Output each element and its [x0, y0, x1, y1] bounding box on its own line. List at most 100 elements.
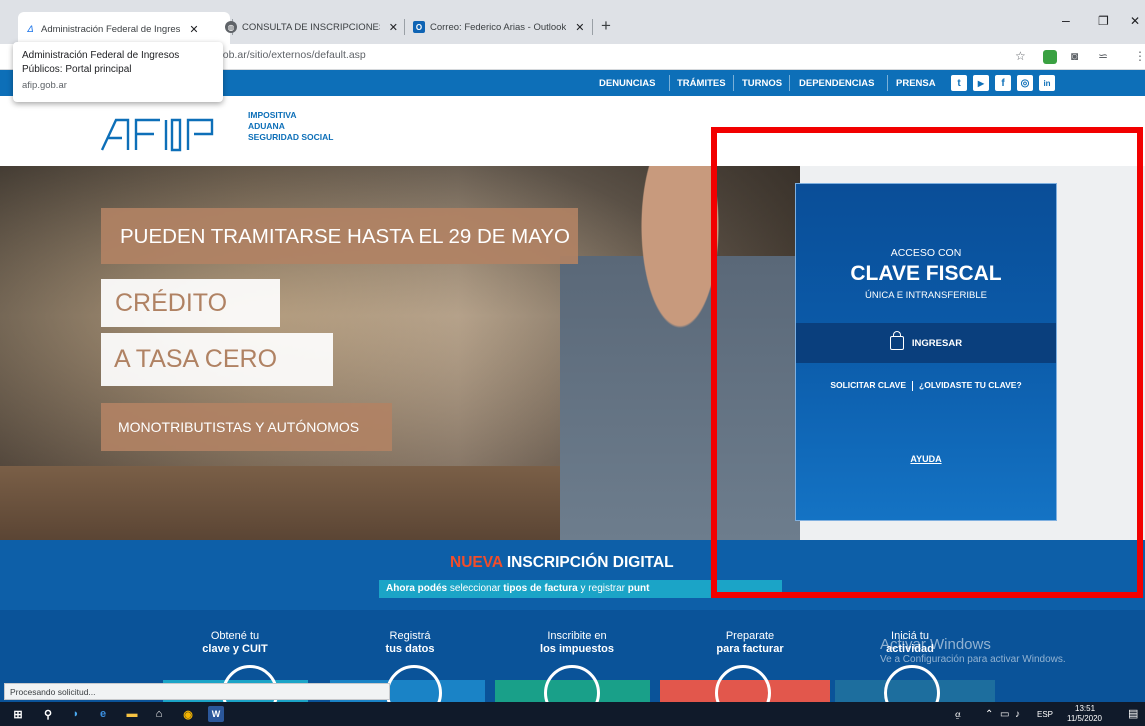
menu-dots-icon[interactable]: ⋮: [1134, 49, 1145, 63]
tab-consulta[interactable]: ◍ CONSULTA DE INSCRIPCIONES C ✕: [219, 14, 404, 40]
file-explorer-icon[interactable]: ▬: [124, 706, 140, 722]
sub-pre: Ahora podés: [386, 583, 448, 594]
nueva-inscripcion-title: NUEVA INSCRIPCIÓN DIGITAL: [450, 554, 674, 572]
tooltip-title: Administración Federal de Ingresos Públi…: [22, 50, 180, 75]
address-bar-url[interactable]: .gob.ar/sitio/externos/default.asp: [214, 49, 366, 61]
nueva-title-text: INSCRIPCIÓN DIGITAL: [506, 554, 674, 571]
people-icon[interactable]: ⍶: [955, 709, 961, 720]
task-view-icon[interactable]: ◗: [68, 706, 84, 722]
tab-afip[interactable]: ᐃ Administración Federal de Ingres ✕: [18, 12, 230, 44]
ayuda-link[interactable]: AYUDA: [796, 454, 1056, 464]
clock-time[interactable]: 13:51: [1075, 704, 1095, 713]
sub-bold: tipos de factura: [503, 583, 578, 594]
window-close-button[interactable]: ✕: [1130, 14, 1140, 28]
tab-divider: [592, 19, 593, 35]
hero-person-image: [560, 166, 800, 540]
nav-tramites[interactable]: TRÁMITES: [677, 78, 726, 89]
extension-puzzle-icon[interactable]: ⋍: [1098, 49, 1108, 63]
link-divider: [912, 380, 914, 391]
maximize-button[interactable]: ❐: [1098, 14, 1109, 28]
sub-end: punt: [627, 583, 650, 594]
close-icon[interactable]: ✕: [189, 23, 198, 36]
nav-turnos[interactable]: TURNOS: [742, 78, 782, 89]
clave-fiscal-card: ACCESO CON CLAVE FISCAL ÚNICA E INTRANSF…: [795, 183, 1057, 521]
browser-status-bubble: Procesando solicitud...: [4, 683, 390, 700]
afip-icon: ᐃ: [26, 23, 34, 34]
close-icon[interactable]: ✕: [389, 21, 398, 34]
network-icon[interactable]: ▭: [1000, 709, 1009, 720]
outlook-icon: O: [413, 21, 425, 33]
edge-icon[interactable]: e: [95, 706, 111, 722]
facebook-icon[interactable]: f: [995, 75, 1011, 91]
chrome-icon[interactable]: ◉: [180, 706, 196, 722]
nueva-inscripcion-banner[interactable]: NUEVA INSCRIPCIÓN DIGITAL Ahora podés se…: [0, 540, 1145, 610]
notifications-icon[interactable]: ▤: [1128, 707, 1138, 720]
brand-aduana: ADUANA: [248, 121, 285, 131]
step-line2: clave y CUIT: [202, 643, 268, 655]
clave-links: SOLICITAR CLAVE ¿OLVIDASTE TU CLAVE?: [796, 380, 1056, 391]
youtube-icon[interactable]: ▶: [973, 75, 989, 91]
hero-banner-deadline: PUEDEN TRAMITARSE HASTA EL 29 DE MAYO: [101, 208, 578, 264]
sub-post: y registrar: [580, 583, 625, 594]
twitter-icon[interactable]: t: [951, 75, 967, 91]
tooltip-url: afip.gob.ar: [22, 80, 67, 91]
nav-divider: [789, 75, 790, 91]
ingresar-button[interactable]: INGRESAR: [796, 323, 1056, 363]
tab-title: CONSULTA DE INSCRIPCIONES C: [242, 21, 380, 33]
clock-date[interactable]: 11/5/2020: [1067, 714, 1102, 723]
olvidaste-clave-link[interactable]: ¿OLVIDASTE TU CLAVE?: [919, 380, 1022, 390]
sub-mid: seleccionar: [449, 583, 501, 594]
hero-banner-monotributistas: MONOTRIBUTISTAS Y AUTÓNOMOS: [101, 403, 392, 451]
clave-unica-text: ÚNICA E INTRANSFERIBLE: [865, 290, 987, 301]
instagram-icon[interactable]: ◎: [1017, 75, 1033, 91]
lock-icon: [889, 331, 904, 350]
step-line1: Inscribite en: [547, 630, 607, 642]
windows-taskbar: ⊞ ⚲ ◗ e ▬ ⌂ ◉ W ⍶ ⌃ ▭ ♪ ESP 13:51 11/5/2…: [0, 702, 1145, 726]
tab-tooltip: Administración Federal de Ingresos Públi…: [13, 42, 223, 102]
extension-icon[interactable]: [1043, 50, 1057, 64]
nav-denuncias[interactable]: DENUNCIAS: [599, 78, 655, 89]
camera-icon[interactable]: ◙: [1071, 49, 1078, 63]
new-tab-button[interactable]: +: [601, 17, 611, 34]
nav-prensa[interactable]: PRENSA: [896, 78, 936, 89]
windows-start-icon[interactable]: ⊞: [10, 706, 26, 722]
volume-icon[interactable]: ♪: [1015, 709, 1020, 720]
step-inscribite[interactable]: Inscribite en los impuestos: [507, 630, 647, 656]
tray-chevron-icon[interactable]: ⌃: [985, 709, 993, 720]
afip-logo[interactable]: [100, 118, 218, 157]
ingresar-label: INGRESAR: [911, 337, 963, 349]
hero-banner-tasa-cero: A TASA CERO: [101, 333, 333, 386]
nueva-highlight: NUEVA: [450, 554, 503, 571]
tab-outlook[interactable]: O Correo: Federico Arias - Outlook ✕: [407, 14, 593, 40]
clave-acceso-text: ACCESO CON: [890, 247, 962, 259]
clave-fiscal-title: CLAVE FISCAL: [850, 262, 1002, 285]
close-icon[interactable]: ✕: [575, 21, 584, 34]
step-line1: Obtené tu: [210, 630, 260, 642]
nav-divider: [669, 75, 670, 91]
brand-impositiva: IMPOSITIVA: [248, 110, 297, 120]
step-line2: tus datos: [385, 643, 435, 655]
search-icon[interactable]: ⚲: [40, 706, 56, 722]
nav-dependencias[interactable]: DEPENDENCIAS: [799, 78, 875, 89]
solicitar-clave-link[interactable]: SOLICITAR CLAVE: [830, 380, 906, 390]
nav-divider: [887, 75, 888, 91]
store-icon[interactable]: ⌂: [151, 706, 167, 722]
brand-seguridad-social: SEGURIDAD SOCIAL: [248, 132, 334, 142]
word-icon[interactable]: W: [208, 706, 224, 722]
step-line1: Registrá: [389, 630, 431, 642]
tab-divider: [404, 19, 405, 35]
linkedin-icon[interactable]: in: [1039, 75, 1055, 91]
step-registra[interactable]: Registrá tus datos: [340, 630, 480, 656]
step-clave-cuit[interactable]: Obtené tu clave y CUIT: [165, 630, 305, 656]
windows-activation-watermark: Activar Windows: [880, 636, 991, 653]
windows-activation-subtext: Ve a Configuración para activar Windows.: [880, 654, 1066, 665]
nav-divider: [733, 75, 734, 91]
tab-title: Correo: Federico Arias - Outlook: [430, 21, 567, 33]
nueva-subtitle: Ahora podés seleccionar tipos de factura…: [379, 580, 782, 598]
bookmark-star-icon[interactable]: ☆: [1015, 49, 1026, 63]
step-facturar[interactable]: Preparate para facturar: [680, 630, 820, 656]
language-indicator[interactable]: ESP: [1037, 710, 1053, 719]
afip-logo-mark: [100, 118, 214, 152]
minimize-button[interactable]: –: [1062, 12, 1070, 28]
globe-icon: ◍: [225, 21, 237, 33]
